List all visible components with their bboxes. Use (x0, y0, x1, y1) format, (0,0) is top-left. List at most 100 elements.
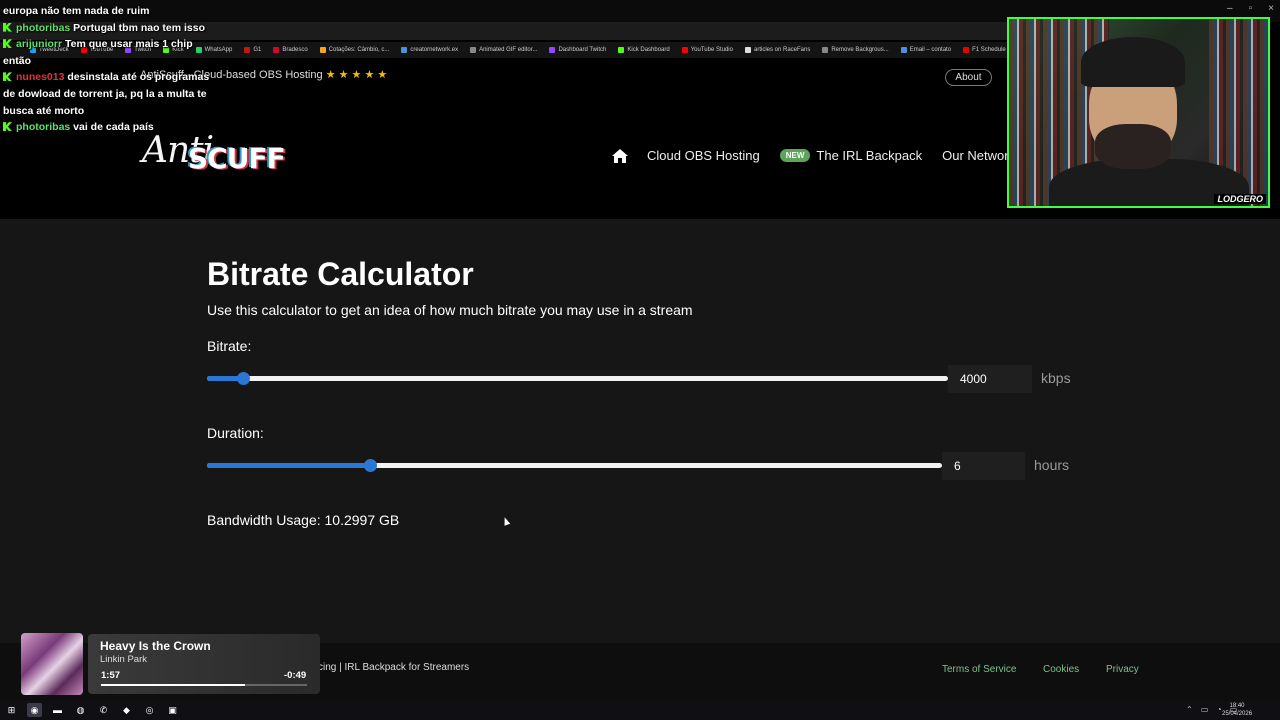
chrome-icon[interactable]: ◉ (27, 703, 42, 717)
bookmark-item[interactable]: articles on RaceFans (744, 47, 811, 53)
main-content (0, 219, 1280, 643)
windows-start-icon[interactable]: ⊞ (4, 703, 19, 717)
bitrate-input[interactable]: 4000 (948, 365, 1032, 393)
close-button[interactable]: × (1268, 3, 1274, 14)
kick-icon (3, 122, 12, 132)
streamer-beard (1095, 124, 1171, 169)
bookmark-favicon-icon (273, 47, 280, 53)
taskbar-icons: ⊞ ◉ ▬ ◍ ✆ ◆ ◎ ▣ (4, 703, 180, 717)
bookmark-item[interactable]: YouTube Studio (681, 47, 733, 53)
bookmark-favicon-icon (401, 47, 408, 53)
bookmark-label: articles on RaceFans (753, 47, 811, 53)
file-explorer-icon[interactable]: ▬ (50, 703, 65, 717)
footer-brand: cing | IRL Backpack for Streamers (318, 662, 470, 673)
webcam-tag: LODGERO (1214, 194, 1266, 204)
track-title: Heavy Is the Crown (100, 639, 211, 653)
bookmark-item[interactable]: creatornetwork.ex (401, 47, 458, 53)
chat-username: nunes013 (16, 71, 68, 84)
obs-icon[interactable]: ◎ (142, 703, 157, 717)
bookmark-item[interactable]: Cotações: Câmbio, c... (319, 47, 390, 53)
logo-text-scuff: SCUFF (188, 142, 286, 175)
footer-cookies-link[interactable]: Cookies (1043, 664, 1079, 675)
track-artist: Linkin Park (100, 654, 147, 665)
track-elapsed: 1:57 (101, 670, 121, 681)
app2-icon[interactable]: ▣ (165, 703, 180, 717)
bitrate-label: Bitrate: (207, 338, 252, 354)
bookmark-label: F1 Schedule 2026 (972, 47, 1010, 53)
bookmark-favicon-icon (822, 47, 829, 53)
taskbar (0, 701, 1280, 720)
bookmark-item[interactable]: Kick Dashboard (618, 47, 670, 53)
chat-username: photoribas (16, 21, 74, 34)
bookmark-item[interactable]: Email – contato (900, 47, 952, 53)
minimize-button[interactable]: – (1227, 3, 1233, 14)
footer-privacy-link[interactable]: Privacy (1106, 664, 1139, 675)
bookmark-favicon-icon (470, 47, 477, 53)
chat-text: vai de cada país (73, 121, 154, 134)
whatsapp-icon[interactable]: ✆ (96, 703, 111, 717)
bookmark-label: creatornetwork.ex (410, 47, 459, 53)
bookmark-favicon-icon (681, 47, 688, 53)
bitrate-slider-thumb[interactable] (236, 372, 250, 385)
nav-our-network[interactable]: Our Network (942, 148, 1015, 163)
footer-terms-link[interactable]: Terms of Service (942, 664, 1016, 675)
nav-cloud-obs-hosting[interactable]: Cloud OBS Hosting (647, 148, 760, 163)
bookmark-item[interactable]: G1 (244, 47, 261, 53)
bookmark-item[interactable]: Bradesco (273, 47, 308, 53)
stream-chat-overlay: europa não tem nada de ruim photoribas Po… (3, 3, 218, 136)
duration-unit: hours (1034, 457, 1070, 473)
antiscuff-logo[interactable]: Anti SCUFF (142, 128, 286, 192)
bookmark-item[interactable]: Remove Backgrous... (822, 47, 889, 53)
chat-username: arijuniorr (16, 38, 66, 51)
album-art (21, 633, 83, 695)
duration-slider[interactable] (207, 459, 942, 472)
maximize-button[interactable]: ▫ (1249, 3, 1253, 14)
window-controls: – ▫ × (1227, 3, 1274, 14)
bookmark-favicon-icon (549, 47, 556, 53)
bookmark-label: Animated GIF editor... (479, 47, 538, 53)
track-progress-fill (101, 684, 246, 686)
firefox-icon[interactable]: ◍ (73, 703, 88, 717)
bookmark-favicon-icon (319, 47, 326, 53)
duration-input[interactable]: 6 (942, 452, 1025, 480)
bookmark-label: YouTube Studio (690, 47, 733, 53)
bookmark-label: Email – contato (909, 47, 952, 53)
bookmark-favicon-icon (963, 47, 970, 53)
taskbar-clock[interactable]: 18:40 25/04/2026 (1222, 702, 1252, 718)
chat-message: europa não tem nada de ruim (3, 3, 218, 20)
bitrate-unit: kbps (1041, 370, 1071, 386)
home-icon[interactable] (612, 148, 628, 163)
chat-message: arijuniorr Tem que usar mais 1 chip entã… (3, 36, 218, 69)
nav-irl-backpack[interactable]: The IRL Backpack (816, 148, 922, 163)
rating-stars: ★ ★ ★ ★ ★ (325, 69, 388, 81)
bookmark-favicon-icon (244, 47, 251, 53)
kick-icon (3, 39, 12, 49)
page-title: Bitrate Calculator (207, 256, 474, 292)
bitrate-slider[interactable] (207, 372, 948, 385)
chat-text: europa não tem nada de ruim (3, 5, 150, 17)
bookmark-item[interactable]: Animated GIF editor... (470, 47, 537, 53)
bookmark-label: Kick Dashboard (627, 47, 670, 53)
clock-time: 18:40 (1229, 703, 1245, 709)
bookmark-label: Dashboard Twitch (558, 47, 607, 53)
bookmark-item[interactable]: F1 Schedule 2026 (963, 47, 1010, 53)
app-icon[interactable]: ◆ (119, 703, 134, 717)
about-button[interactable]: About (945, 69, 992, 86)
chat-username: photoribas (16, 121, 74, 134)
kick-icon (3, 22, 12, 32)
bookmark-favicon-icon (618, 47, 625, 53)
duration-label: Duration: (207, 425, 264, 441)
main-nav: Cloud OBS Hosting NEW The IRL Backpack O… (612, 148, 1035, 163)
chat-message: photoribas Portugal tbm nao tem isso (3, 20, 218, 37)
bookmark-item[interactable]: Dashboard Twitch (549, 47, 606, 53)
bandwidth-usage: Bandwidth Usage: 10.2997 GB (207, 512, 400, 528)
chat-message: nunes013 desinstala até os programas de … (3, 69, 218, 119)
bookmark-favicon-icon (744, 47, 751, 53)
bookmark-label: Remove Backgrous... (831, 47, 889, 53)
track-progress-bar (101, 684, 307, 686)
bookmark-label: G1 (253, 47, 262, 53)
chat-text: Portugal tbm nao tem isso (73, 21, 206, 34)
new-badge: NEW (779, 149, 811, 162)
bookmark-label: Cotações: Câmbio, c... (328, 47, 390, 53)
page-subtitle: Use this calculator to get an idea of ho… (207, 302, 693, 318)
